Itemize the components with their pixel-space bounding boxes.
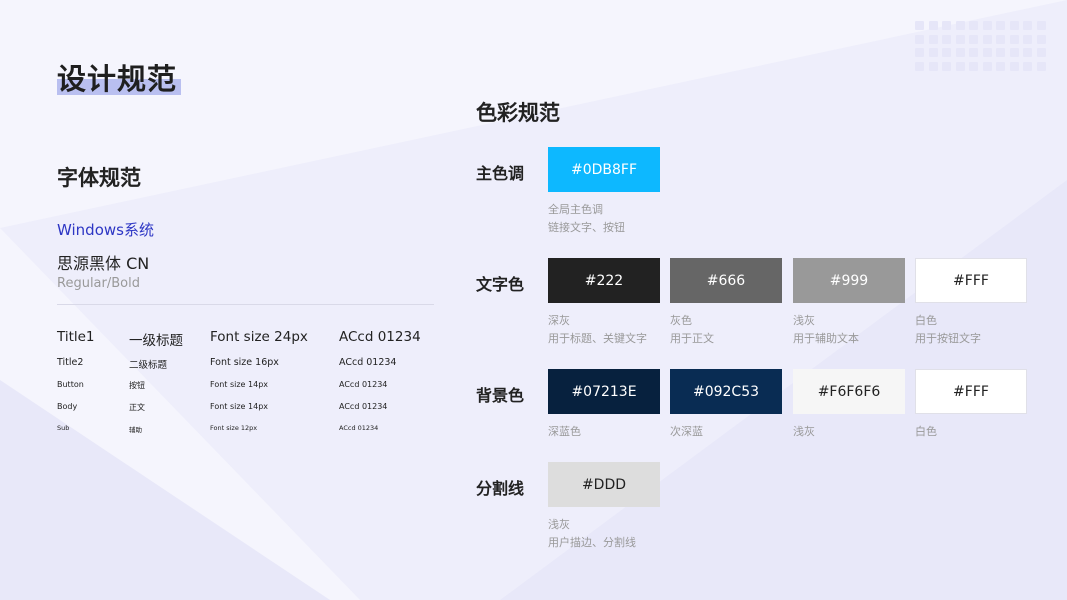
type-row-body: Body 正文 Font size 14px ACcd 01234 bbox=[57, 402, 437, 422]
color-swatch-background: #F6F6F6 bbox=[793, 369, 905, 414]
swatch-caption-line: 用于标题、关键文字 bbox=[548, 331, 647, 345]
swatch-hex-label: #FFF bbox=[953, 383, 989, 400]
type-sample: ACcd 01234 bbox=[339, 424, 379, 432]
swatch-hex-label: #999 bbox=[829, 272, 869, 289]
swatch-caption-line: 白色 bbox=[915, 314, 937, 327]
swatch-hex-label: #FFF bbox=[953, 272, 989, 289]
swatch-caption-line: 用于辅助文本 bbox=[793, 331, 859, 345]
type-size: Font size 14px bbox=[210, 402, 269, 411]
type-name: Title1 bbox=[57, 329, 95, 345]
type-row-title1: Title1 一级标题 Font size 24px ACcd 01234 bbox=[57, 329, 437, 349]
swatch-caption-line: 用于按钮文字 bbox=[915, 331, 981, 345]
type-size: Font size 24px bbox=[210, 329, 308, 345]
swatch-caption-line: 链接文字、按钮 bbox=[548, 220, 625, 234]
type-sample: ACcd 01234 bbox=[339, 380, 388, 389]
type-row-sub: Sub 辅助 Font size 12px ACcd 01234 bbox=[57, 424, 437, 444]
swatch-caption: 灰色 用于正文 bbox=[670, 312, 714, 347]
swatch-hex-label: #F6F6F6 bbox=[817, 383, 881, 400]
primary-color-label: 主色调 bbox=[476, 164, 525, 183]
typography-divider bbox=[57, 304, 434, 305]
swatch-caption-line: 浅灰 bbox=[793, 314, 815, 327]
swatch-hex-label: #092C53 bbox=[692, 383, 760, 400]
swatch-caption-line: 灰色 bbox=[670, 314, 692, 327]
swatch-caption: 浅灰 bbox=[793, 423, 815, 441]
type-size: Font size 14px bbox=[210, 380, 269, 389]
swatch-caption: 次深蓝 bbox=[670, 423, 703, 441]
color-swatch-text: #222 bbox=[548, 258, 660, 303]
swatch-caption-line: 全局主色调 bbox=[548, 203, 603, 216]
swatch-hex-label: #DDD bbox=[581, 476, 627, 493]
typography-section-title: 字体规范 bbox=[57, 166, 141, 190]
type-name: Title2 bbox=[57, 357, 84, 368]
type-sample: ACcd 01234 bbox=[339, 402, 388, 411]
text-color-label: 文字色 bbox=[476, 275, 525, 294]
swatch-caption: 浅灰用户描边、分割线 bbox=[548, 516, 636, 551]
color-swatch-text: #999 bbox=[793, 258, 905, 303]
color-swatch-background: #FFF bbox=[915, 369, 1027, 414]
color-swatch-text: #FFF bbox=[915, 258, 1027, 303]
font-family-name: 思源黑体 CN bbox=[57, 254, 150, 273]
type-zh-name: 正文 bbox=[129, 403, 145, 412]
color-swatch-text: #666 bbox=[670, 258, 782, 303]
type-name: Sub bbox=[57, 424, 70, 432]
type-sample: ACcd 01234 bbox=[339, 357, 397, 368]
color-swatch-background: #07213E bbox=[548, 369, 660, 414]
font-weights: Regular/Bold bbox=[57, 276, 140, 291]
swatch-caption-line: 白色 bbox=[915, 425, 937, 438]
background-color-label: 背景色 bbox=[476, 386, 525, 405]
type-name: Button bbox=[57, 380, 84, 389]
swatch-caption-line: 浅灰 bbox=[793, 425, 815, 438]
divider-color-label: 分割线 bbox=[476, 479, 525, 498]
font-os-label: Windows系统 bbox=[57, 221, 154, 239]
swatch-hex-label: #07213E bbox=[571, 383, 637, 400]
swatch-caption: 深蓝色 bbox=[548, 423, 581, 441]
type-size: Font size 16px bbox=[210, 357, 279, 368]
type-name: Body bbox=[57, 402, 78, 411]
type-zh-name: 二级标题 bbox=[129, 360, 168, 371]
color-swatch-primary: #0DB8FF bbox=[548, 147, 660, 192]
swatch-hex-label: #222 bbox=[584, 272, 624, 289]
swatch-caption-line: 用户描边、分割线 bbox=[548, 535, 636, 549]
swatch-caption-line: 次深蓝 bbox=[670, 425, 703, 438]
swatch-caption-line: 用于正文 bbox=[670, 331, 714, 345]
swatch-caption-line: 深灰 bbox=[548, 314, 570, 327]
swatch-caption: 浅灰 用于辅助文本 bbox=[793, 312, 859, 347]
color-swatch-divider: #DDD bbox=[548, 462, 660, 507]
color-section-title: 色彩规范 bbox=[476, 101, 560, 125]
swatch-hex-label: #666 bbox=[706, 272, 746, 289]
type-sample: ACcd 01234 bbox=[339, 329, 421, 345]
swatch-caption-line: 深蓝色 bbox=[548, 425, 581, 438]
type-row-title2: Title2 二级标题 Font size 16px ACcd 01234 bbox=[57, 357, 437, 377]
page-title: 设计规范 bbox=[57, 62, 178, 96]
type-zh-name: 按钮 bbox=[129, 381, 145, 390]
type-zh-name: 辅助 bbox=[129, 426, 142, 434]
type-row-button: Button 按钮 Font size 14px ACcd 01234 bbox=[57, 380, 437, 400]
swatch-caption: 深灰用于标题、关键文字 bbox=[548, 312, 647, 347]
swatch-caption: 白色 用于按钮文字 bbox=[915, 312, 981, 347]
content-layer: 设计规范 字体规范 Windows系统 思源黑体 CN Regular/Bold… bbox=[0, 0, 1067, 600]
color-swatch-background: #092C53 bbox=[670, 369, 782, 414]
swatch-caption-line: 浅灰 bbox=[548, 518, 570, 531]
swatch-hex-label: #0DB8FF bbox=[570, 161, 638, 178]
swatch-caption: 白色 bbox=[915, 423, 937, 441]
type-size: Font size 12px bbox=[210, 424, 258, 432]
swatch-caption: 全局主色调链接文字、按钮 bbox=[548, 201, 625, 236]
type-zh-name: 一级标题 bbox=[129, 333, 183, 349]
